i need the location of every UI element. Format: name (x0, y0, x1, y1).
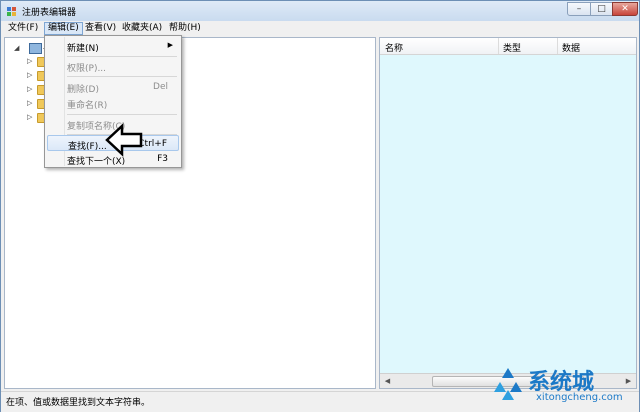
maximize-button[interactable]: □ (590, 2, 613, 16)
menu-item-label: 删除(D) (67, 85, 99, 95)
menu-item-label: 权限(P)... (67, 64, 107, 74)
collapsed-arrow-icon[interactable]: ▷ (27, 99, 32, 107)
scroll-left-icon[interactable]: ◀ (381, 375, 394, 387)
close-icon: ✕ (621, 4, 629, 14)
column-data[interactable]: 数据 (562, 41, 580, 54)
menu-separator (67, 56, 177, 57)
collapsed-arrow-icon[interactable]: ▷ (27, 113, 32, 121)
pointer-arrow-icon (105, 123, 143, 157)
menu-help[interactable]: 帮助(H) (166, 22, 204, 35)
regedit-icon (7, 7, 16, 16)
menu-item-shortcut: Del (153, 82, 168, 92)
watermark-url: xitongcheng.com (536, 392, 623, 403)
column-divider[interactable] (498, 38, 499, 54)
maximize-icon: □ (597, 4, 606, 14)
column-type[interactable]: 类型 (503, 41, 521, 54)
submenu-arrow-icon: ▶ (167, 41, 173, 49)
menu-item-new[interactable]: 新建(N) ▶ (47, 38, 179, 54)
watermark-logo-icon (494, 368, 522, 400)
menu-file[interactable]: 文件(F) (5, 22, 41, 35)
column-name[interactable]: 名称 (385, 41, 403, 54)
menu-separator (67, 76, 177, 77)
status-text: 在项、值或数据里找到文本字符串。 (6, 398, 151, 408)
computer-icon (29, 43, 42, 54)
menu-bar: 文件(F) 编辑(E) 查看(V) 收藏夹(A) 帮助(H) (1, 21, 639, 36)
close-button[interactable]: ✕ (612, 2, 638, 16)
window-title: 注册表编辑器 (22, 8, 77, 18)
menu-item-rename[interactable]: 重命名(R) (47, 95, 179, 111)
menu-item-label: 重命名(R) (67, 101, 108, 111)
menu-edit[interactable]: 编辑(E) (44, 22, 83, 35)
collapsed-arrow-icon[interactable]: ▷ (27, 57, 32, 65)
collapsed-arrow-icon[interactable]: ▷ (27, 85, 32, 93)
menu-item-delete[interactable]: 删除(D) Del (47, 79, 179, 95)
list-column-header: 名称 类型 数据 (380, 38, 636, 55)
menu-favorites[interactable]: 收藏夹(A) (119, 22, 165, 35)
values-list-pane[interactable]: 名称 类型 数据 ◀ ▶ (379, 37, 637, 389)
expand-arrow-icon[interactable]: ◢ (14, 44, 19, 52)
title-bar[interactable]: 注册表编辑器 – □ ✕ (1, 1, 639, 21)
minimize-button[interactable]: – (567, 2, 591, 16)
minimize-icon: – (576, 4, 582, 14)
menu-item-label: 新建(N) (67, 44, 99, 54)
menu-item-permissions[interactable]: 权限(P)... (47, 58, 179, 74)
menu-item-shortcut: F3 (157, 154, 168, 164)
menu-separator (67, 114, 177, 115)
site-watermark: 系统城 xitongcheng.com (490, 362, 640, 412)
column-divider[interactable] (557, 38, 558, 54)
collapsed-arrow-icon[interactable]: ▷ (27, 71, 32, 79)
menu-view[interactable]: 查看(V) (82, 22, 119, 35)
